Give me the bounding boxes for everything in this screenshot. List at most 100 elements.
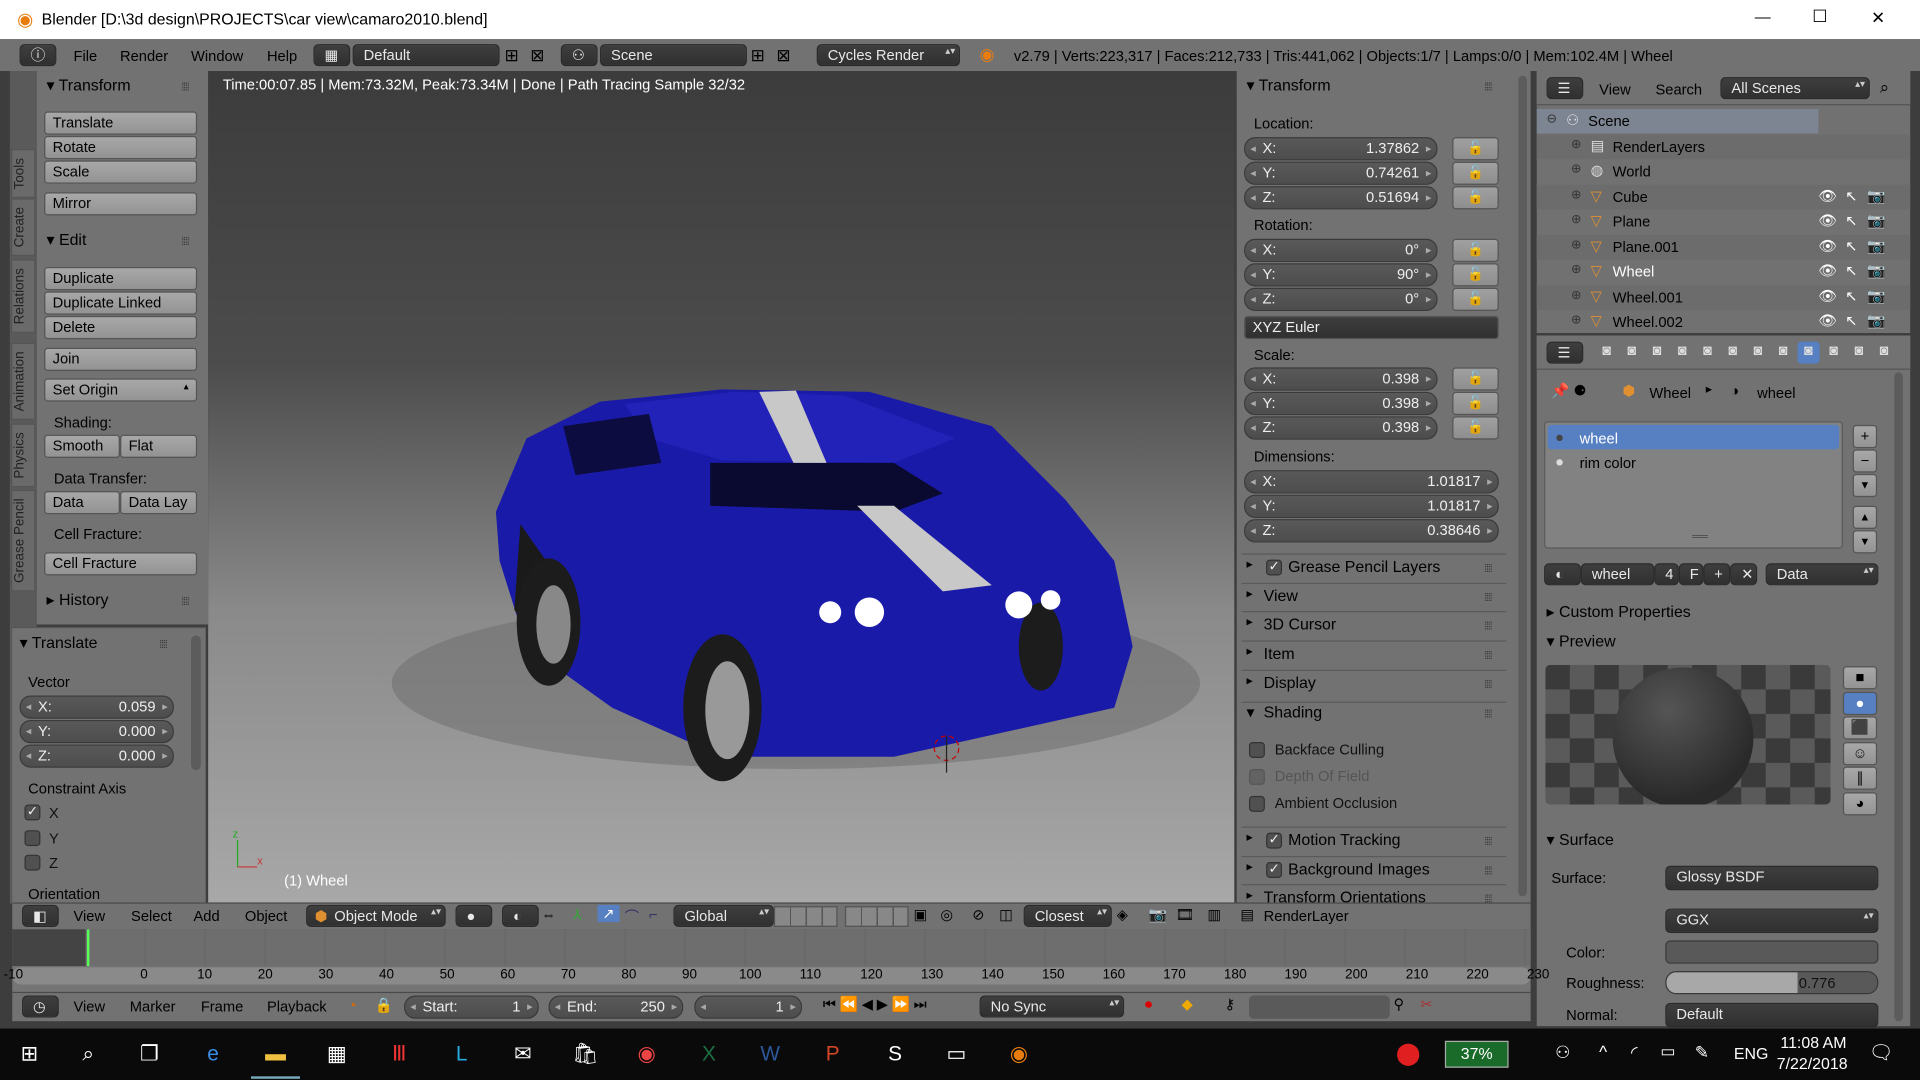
panel-header-shading[interactable]: ▾ — [1247, 703, 1255, 723]
tab-grease-pencil[interactable]: Grease Pencil — [11, 489, 36, 592]
selectable-cursor-icon[interactable]: ↖ — [1845, 212, 1857, 229]
visibility-eye-icon[interactable]: 👁 — [1818, 287, 1837, 304]
panel-header-3d-cursor[interactable]: 3D Cursor — [1264, 615, 1337, 633]
drag-grip-icon[interactable]: ⁞⁞⁞⁞ — [1484, 591, 1493, 603]
powerpoint-icon[interactable]: P — [808, 1030, 857, 1079]
menu-view[interactable]: View — [73, 907, 105, 924]
layout-icon[interactable]: ▦ — [313, 44, 351, 67]
menu-select[interactable]: Select — [131, 907, 172, 924]
lock-rotation-icon[interactable]: 🔓 — [1452, 238, 1499, 263]
outliner-item[interactable]: Wheel.002 — [1613, 313, 1683, 330]
tab-render-icon[interactable]: ◙ — [1596, 342, 1618, 364]
blender-icon[interactable]: ◉ — [994, 1030, 1043, 1079]
axis-z-checkbox[interactable] — [24, 854, 41, 871]
panel-header-edit[interactable]: ▾ Edit — [47, 230, 87, 250]
clock-date[interactable]: 7/22/2018 — [1777, 1054, 1848, 1072]
rotate-button[interactable]: Rotate — [44, 135, 198, 160]
language-indicator[interactable]: ENG — [1734, 1044, 1768, 1062]
delete-scene-icon[interactable]: ⊠ — [776, 45, 790, 66]
renderable-camera-icon[interactable]: 📷 — [1867, 212, 1885, 229]
layers-grid-a[interactable] — [773, 906, 838, 927]
pen-icon[interactable]: ✎ — [1695, 1042, 1709, 1063]
show-hidden-icons-icon[interactable]: ^ — [1599, 1042, 1607, 1062]
rotation-x-field[interactable]: X: 0° — [1244, 238, 1438, 263]
add-slot-button[interactable]: + — [1852, 424, 1878, 449]
location-y-field[interactable]: Y: 0.74261 — [1244, 161, 1438, 186]
panel-header-expand-icon[interactable]: ▸ — [1247, 889, 1253, 902]
tab-object-icon[interactable]: ◙ — [1696, 342, 1718, 364]
roughness-slider[interactable]: 0.776 — [1665, 971, 1879, 995]
snap-icon[interactable]: ⊘ — [972, 906, 984, 923]
layers-grid-b[interactable] — [844, 906, 909, 927]
preview-monkey-button[interactable]: ☺ — [1842, 741, 1878, 765]
lock-scale-icon[interactable]: 🔓 — [1452, 367, 1499, 391]
edge-icon[interactable]: e — [189, 1030, 238, 1079]
editor-type-3d-icon[interactable]: ◧ — [22, 904, 59, 927]
outliner-item[interactable]: Plane — [1613, 213, 1651, 230]
start-frame-field[interactable]: Start: 1 — [404, 995, 539, 1019]
mail-icon[interactable]: ✉ — [498, 1030, 547, 1079]
panel-header-expand-icon[interactable]: ▸ — [1247, 616, 1253, 629]
delete-keyframe-icon[interactable]: ✂ — [1420, 996, 1432, 1013]
unlink-material-icon[interactable]: ✕ — [1730, 563, 1758, 586]
panel-header-expand-icon[interactable]: ▸ — [1247, 831, 1253, 844]
lock-scale-icon[interactable]: 🔓 — [1452, 416, 1499, 441]
playback-controls[interactable]: ⏮⏪◀▶⏩⏭ — [823, 996, 931, 1014]
proportional-edit-icon[interactable]: ◎ — [940, 906, 953, 923]
vector-y-field[interactable]: Y: 0.000 — [19, 720, 174, 744]
outliner-item[interactable]: Wheel — [1613, 263, 1655, 280]
scene-select[interactable]: Scene — [600, 44, 747, 67]
fake-user-button[interactable]: F — [1678, 563, 1704, 586]
outliner-item[interactable]: Wheel.001 — [1613, 288, 1683, 305]
selectable-cursor-icon[interactable]: ↖ — [1845, 262, 1857, 279]
lock-location-icon[interactable]: 🔓 — [1452, 186, 1499, 210]
scale-z-field[interactable]: Z: 0.398 — [1244, 416, 1438, 441]
data-layout-button[interactable]: Data Lay — [120, 491, 198, 515]
end-frame-field[interactable]: End: 250 — [548, 995, 684, 1019]
panel-header-background-images[interactable]: Background Images — [1288, 859, 1430, 877]
duplicate-button[interactable]: Duplicate — [44, 266, 198, 291]
lock-rotation-icon[interactable]: 🔓 — [1452, 288, 1499, 312]
panel-enable-checkbox[interactable]: ✓ — [1266, 832, 1283, 849]
chrome-icon[interactable]: ◉ — [622, 1030, 671, 1079]
lock-location-icon[interactable]: 🔓 — [1452, 137, 1499, 161]
menu-add[interactable]: Add — [193, 907, 219, 924]
selectable-cursor-icon[interactable]: ↖ — [1845, 237, 1857, 254]
menu-marker[interactable]: Marker — [130, 998, 176, 1015]
material-slot[interactable]: wheel — [1580, 430, 1618, 447]
transform-orientation-select[interactable]: Global — [673, 904, 774, 927]
word-icon[interactable]: W — [746, 1030, 795, 1079]
vector-x-field[interactable]: X: 0.059 — [19, 695, 174, 719]
tab-data-icon[interactable]: ◙ — [1772, 342, 1794, 364]
search-icon[interactable]: ⌕ — [64, 1030, 113, 1079]
tab-scene-icon[interactable]: ◙ — [1646, 342, 1668, 364]
manipulator-move-icon[interactable]: ↗ — [597, 904, 620, 923]
panel-header-display[interactable]: Display — [1264, 673, 1316, 691]
selectable-cursor-icon[interactable]: ↖ — [1845, 312, 1857, 329]
outliner-item[interactable]: RenderLayers — [1613, 138, 1705, 155]
manipulator-rotate-icon[interactable]: ⌒ — [624, 906, 639, 927]
axis-y-checkbox[interactable] — [24, 829, 41, 846]
panel-header-motion-tracking[interactable]: Motion Tracking — [1288, 830, 1400, 848]
expand-icon[interactable]: ⊕ — [1571, 138, 1581, 151]
close-button[interactable]: ✕ — [1871, 7, 1885, 28]
expand-icon[interactable]: ⊕ — [1571, 188, 1581, 201]
panel-header-expand-icon[interactable]: ▸ — [1247, 645, 1253, 658]
drag-grip-icon[interactable]: ⁞⁞⁞⁞ — [1484, 708, 1493, 720]
keying-set-icon[interactable]: ◔ — [348, 997, 357, 1014]
red-app-icon[interactable]: Ⅲ — [375, 1030, 424, 1079]
excel-icon[interactable]: X — [684, 1030, 733, 1079]
timeline[interactable]: -10 0 10 20 30 40 50 60 70 80 90 100 110 120 130 140 150… — [4, 929, 1549, 994]
tab-texture-icon[interactable]: ◙ — [1823, 342, 1845, 364]
manipulator-scale-icon[interactable]: ⌐ — [649, 906, 658, 923]
scale-y-field[interactable]: Y: 0.398 — [1244, 392, 1438, 416]
drag-grip-icon[interactable]: ⁞⁞⁞⁞ — [1484, 864, 1493, 876]
tab-create[interactable]: Create — [11, 198, 36, 256]
current-frame-indicator[interactable] — [86, 929, 90, 967]
drag-grip-icon[interactable]: ⁞⁞⁞⁞ — [1484, 835, 1493, 847]
ambient-occlusion-checkbox[interactable] — [1248, 795, 1265, 812]
tab-animation[interactable]: Animation — [11, 342, 36, 420]
task-view-icon[interactable]: ❐ — [125, 1030, 174, 1079]
maximize-button[interactable]: ☐ — [1812, 6, 1827, 27]
editor-type-outliner-icon[interactable]: ☰ — [1546, 77, 1584, 100]
